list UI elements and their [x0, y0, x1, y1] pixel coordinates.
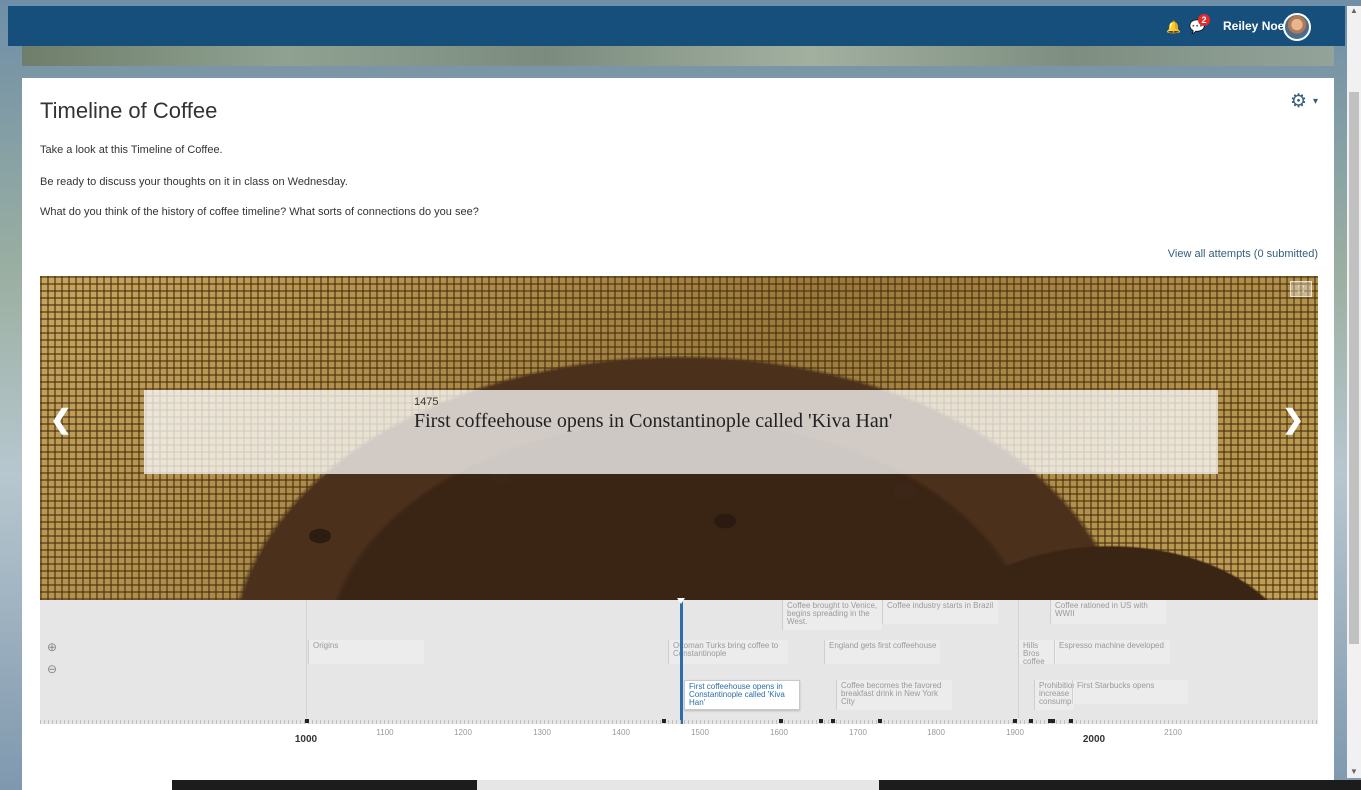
gear-icon[interactable]: ⚙: [1290, 90, 1307, 113]
axis-event-dot: [831, 719, 835, 723]
tick-label: 1400: [612, 728, 630, 737]
user-name[interactable]: Reiley Noe: [1223, 19, 1284, 33]
chevron-right-icon[interactable]: ❯: [1282, 404, 1304, 435]
timeline-marker[interactable]: First Starbucks opens: [1072, 680, 1188, 704]
instructions-line-3: What do you think of the history of coff…: [40, 206, 479, 218]
top-navbar: 🔔 💬 2 Reiley Noe: [8, 6, 1345, 46]
timeline-marker[interactable]: Coffee brought to Venice, begins spreadi…: [782, 600, 882, 630]
timeline-navigator[interactable]: ⊕ ⊖ Origins Ottoman Turks bring coffee t…: [40, 598, 1318, 724]
zoom-out-icon[interactable]: ⊖: [44, 662, 60, 678]
axis-event-dot: [305, 719, 309, 723]
tick-label: 1900: [1006, 728, 1024, 737]
timeline-widget: 1475 First coffeehouse opens in Constant…: [40, 276, 1318, 724]
tick-label: 2100: [1164, 728, 1182, 737]
content-panel: Timeline of Coffee ⚙ ▾ Take a look at th…: [22, 78, 1334, 790]
tick-label: 1000: [294, 734, 318, 745]
tick-label: 1300: [533, 728, 551, 737]
timeline-marker[interactable]: Prohibition increase consump: [1034, 680, 1074, 710]
scroll-up-icon[interactable]: ▲: [1350, 6, 1358, 15]
tick-label: 1200: [454, 728, 472, 737]
axis-event-dot: [1048, 719, 1055, 723]
axis-event-dot: [1069, 719, 1073, 723]
timeline-marker[interactable]: Origins: [308, 640, 424, 664]
page-title: Timeline of Coffee: [40, 98, 218, 123]
tick-label: 1600: [770, 728, 788, 737]
tick-label: 2000: [1082, 734, 1106, 745]
timeline-marker[interactable]: Coffee rationed in US with WWII: [1050, 600, 1166, 624]
slide-background-image: 1475 First coffeehouse opens in Constant…: [40, 276, 1318, 666]
current-time-indicator-cap: [677, 598, 685, 604]
event-headline: First coffeehouse opens in Constantinopl…: [414, 410, 893, 432]
page-scrollbar[interactable]: ▲ ▼: [1347, 6, 1361, 778]
timeline-marker[interactable]: Hills Bros coffee in: [1018, 640, 1056, 664]
slide-caption: 1475 First coffeehouse opens in Constant…: [144, 390, 1218, 474]
axis-event-dot: [878, 719, 882, 723]
timeline-marker[interactable]: Coffee becomes the favored breakfast dri…: [836, 680, 952, 710]
event-year: 1475: [414, 396, 439, 408]
chevron-left-icon[interactable]: ❮: [50, 404, 72, 435]
instructions-line-2: Be ready to discuss your thoughts on it …: [40, 176, 348, 188]
axis-event-dot: [779, 719, 783, 723]
zoom-in-icon[interactable]: ⊕: [44, 640, 60, 656]
taskbar-active-window[interactable]: [477, 780, 879, 790]
fullscreen-icon[interactable]: ⛶: [1290, 281, 1312, 297]
timeline-marker-active[interactable]: First coffeehouse opens in Constantinopl…: [684, 680, 800, 710]
axis-event-dot: [1013, 719, 1017, 723]
course-banner-image: [22, 46, 1334, 66]
avatar[interactable]: [1283, 13, 1311, 41]
axis-event-dot: [819, 719, 823, 723]
tick-label: 1100: [376, 728, 394, 737]
scroll-down-icon[interactable]: ▼: [1350, 767, 1358, 776]
current-time-indicator: [680, 600, 683, 724]
timeline-marker[interactable]: Coffee industry starts in Brazil: [882, 600, 998, 624]
era-divider: [306, 600, 307, 718]
timeline-marker[interactable]: Ottoman Turks bring coffee to Constantin…: [668, 640, 788, 664]
axis-event-dot: [662, 719, 666, 723]
instructions-line-1: Take a look at this Timeline of Coffee.: [40, 144, 223, 156]
timeline-marker[interactable]: England gets first coffeehouse: [824, 640, 940, 664]
tick-label: 1800: [927, 728, 945, 737]
os-taskbar: [172, 780, 1361, 790]
tick-label: 1500: [691, 728, 709, 737]
timeline-marker[interactable]: Espresso machine developed: [1054, 640, 1170, 664]
axis-event-dot: [1029, 719, 1033, 723]
view-attempts-link[interactable]: View all attempts (0 submitted): [1168, 248, 1318, 260]
notification-badge: 2: [1198, 14, 1210, 26]
bell-icon[interactable]: 🔔: [1166, 20, 1181, 34]
tick-label: 1700: [849, 728, 867, 737]
scrollbar-thumb[interactable]: [1349, 92, 1359, 644]
chevron-down-icon[interactable]: ▾: [1313, 96, 1318, 107]
timeline-ticks: 1000 1100 1200 1300 1400 1500 1600 1700 …: [40, 724, 1318, 764]
